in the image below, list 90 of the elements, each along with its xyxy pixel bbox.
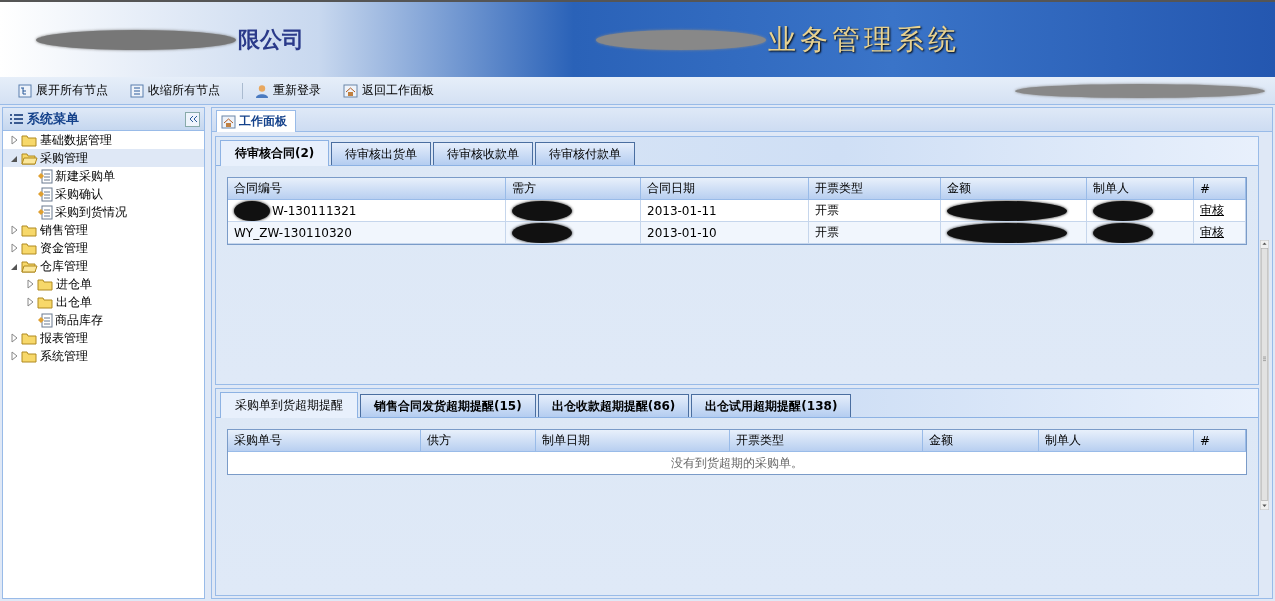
tree-label: 仓库管理 (40, 257, 88, 275)
toolbar-button[interactable]: 重新登录 (255, 82, 321, 99)
open-folder-icon (21, 258, 38, 274)
tree-item[interactable]: 报表管理 (3, 329, 204, 347)
toolbar-button[interactable]: 收缩所有节点 (130, 82, 220, 99)
cell-text: 开票 (815, 202, 839, 219)
tree-label: 采购到货情况 (55, 203, 127, 221)
tree-list-icon (18, 83, 32, 98)
column-header[interactable]: 制单人 (1087, 178, 1194, 200)
user-icon (255, 83, 269, 98)
redaction-mark (1093, 222, 1153, 243)
tree-label: 系统管理 (40, 347, 88, 365)
cell-text: 2013-01-11 (647, 203, 717, 218)
column-header[interactable]: 采购单号 (228, 430, 421, 452)
tab[interactable]: 待审核合同(2) (220, 140, 330, 166)
tab[interactable]: 待审核付款单 (535, 142, 636, 165)
toolbar-button[interactable]: 展开所有节点 (18, 82, 108, 99)
column-header[interactable]: 合同日期 (641, 178, 809, 200)
folder-icon (21, 240, 38, 256)
redaction-mark (234, 200, 270, 221)
toolbar-button[interactable]: 返回工作面板 (343, 82, 434, 99)
column-header[interactable]: # (1194, 178, 1246, 200)
folder-icon (37, 294, 54, 310)
tree-item[interactable]: 采购确认 (3, 185, 204, 203)
company-name: 限公司 (238, 25, 304, 54)
document-icon (37, 312, 53, 328)
tab[interactable]: 出仓试用超期提醒(138) (691, 394, 852, 417)
tab[interactable]: 出仓收款超期提醒(86) (537, 394, 690, 417)
cell-text: 2013-01-10 (647, 225, 717, 240)
open-folder-icon (21, 150, 38, 166)
empty-message: 没有到货超期的采购单。 (670, 454, 804, 472)
document-icon (37, 204, 53, 220)
tree-item[interactable]: 出仓单 (3, 293, 204, 311)
tab[interactable]: 待审核出货单 (331, 142, 432, 165)
tree-label: 出仓单 (56, 293, 92, 311)
cell-text: 开票 (815, 224, 839, 241)
redaction-mark (1093, 200, 1153, 221)
redaction-mark (512, 200, 572, 221)
column-header[interactable]: 金额 (923, 430, 1039, 452)
review-link[interactable]: 审核 (1200, 202, 1224, 219)
column-header[interactable]: 需方 (506, 178, 641, 200)
tree-item[interactable]: 进仓单 (3, 275, 204, 293)
collapsed-arrow-icon (9, 135, 19, 145)
panel-title: 系统菜单 (27, 110, 80, 128)
tree-item[interactable]: 系统管理 (3, 347, 204, 365)
workspace-tab[interactable]: 工作面板 (216, 110, 296, 132)
tree-item[interactable]: 商品库存 (3, 311, 204, 329)
column-header[interactable]: 开票类型 (730, 430, 923, 452)
column-header[interactable]: 制单日期 (536, 430, 730, 452)
redaction-mark (512, 222, 572, 243)
folder-icon (21, 348, 38, 364)
cell-text: WY_ZW-130110320 (234, 225, 352, 240)
tree-label: 基础数据管理 (40, 131, 112, 149)
home-icon (221, 114, 236, 129)
tree-label: 采购确认 (55, 185, 103, 203)
menu-icon (9, 113, 24, 125)
folder-icon (21, 222, 38, 238)
tab[interactable]: 待审核收款单 (433, 142, 534, 165)
collapse-button[interactable] (185, 111, 200, 127)
tree-label: 进仓单 (56, 275, 92, 293)
tree-label: 新建采购单 (55, 167, 115, 185)
document-icon (37, 186, 53, 202)
tree-item[interactable]: 基础数据管理 (3, 131, 204, 149)
document-icon (37, 168, 53, 184)
cell-text: W-130111321 (272, 203, 357, 218)
tab[interactable]: 销售合同发货超期提醒(15) (360, 394, 536, 417)
home-icon (343, 83, 358, 98)
tree-item[interactable]: 资金管理 (3, 239, 204, 257)
tree-label: 采购管理 (40, 149, 88, 167)
tree-item[interactable]: 销售管理 (3, 221, 204, 239)
column-header[interactable]: 金额 (941, 178, 1087, 200)
tree-item[interactable]: 仓库管理 (3, 257, 204, 275)
tree-item[interactable]: 采购到货情况 (3, 203, 204, 221)
tree-label: 报表管理 (40, 329, 88, 347)
system-title: 业务管理系统 (768, 21, 960, 58)
tab[interactable]: 采购单到货超期提醒 (220, 392, 358, 418)
column-header[interactable]: 供方 (421, 430, 536, 452)
list-icon (130, 83, 144, 98)
column-header[interactable]: 合同编号 (228, 178, 506, 200)
tree-item[interactable]: 新建采购单 (3, 167, 204, 185)
tree-item[interactable]: 采购管理 (3, 149, 204, 167)
folder-icon (21, 330, 38, 346)
tree-label: 资金管理 (40, 239, 88, 257)
double-chevron-icon (187, 114, 198, 124)
column-header[interactable]: 开票类型 (809, 178, 941, 200)
column-header[interactable]: 制单人 (1039, 430, 1194, 452)
tree-label: 商品库存 (55, 311, 103, 329)
tree-label: 销售管理 (40, 221, 88, 239)
folder-icon (37, 276, 54, 292)
column-header[interactable]: # (1194, 430, 1246, 452)
